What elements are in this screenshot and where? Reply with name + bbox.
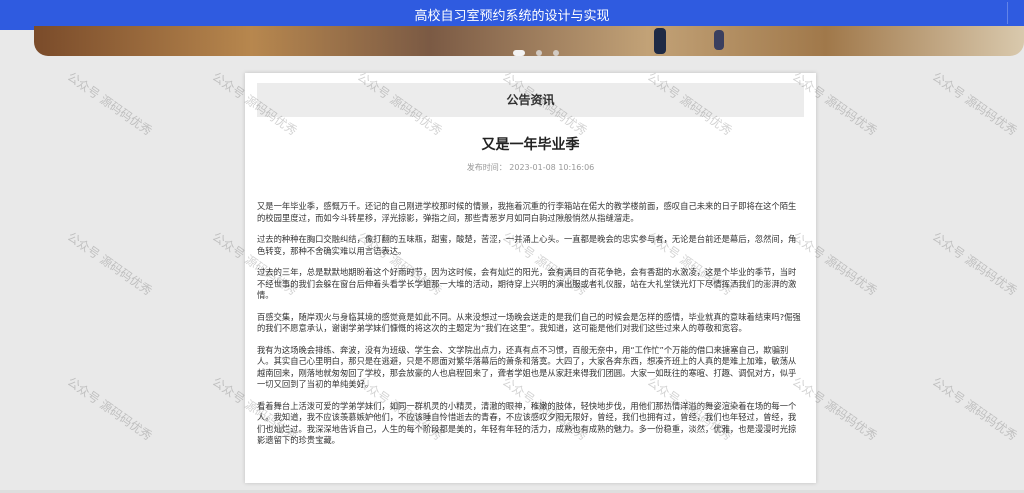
carousel-dots (513, 41, 565, 60)
article-title: 又是一年毕业季 (481, 137, 580, 153)
watermark: 公众号 源码码优秀 (64, 69, 155, 139)
publish-label: 发布时间： (466, 163, 507, 172)
watermark: 公众号 源码码优秀 (929, 374, 1020, 444)
article-content: 又是一年毕业季，感慨万千。还记的自己刚进学校那时候的情景，我拖着沉重的行李箱站在… (257, 201, 804, 457)
publish-time: 2023-01-08 10:16:06 (509, 163, 595, 172)
carousel-dot-3[interactable] (553, 50, 560, 56)
banner-figure (714, 30, 724, 50)
announcement-card: 公告资讯 又是一年毕业季 发布时间： 2023-01-08 10:16:06 又… (245, 73, 816, 483)
watermark: 公众号 源码码优秀 (929, 69, 1020, 139)
top-right-button[interactable] (1007, 2, 1024, 24)
site-title: 高校自习室预约系统的设计与实现 (414, 9, 610, 24)
banner-figure (654, 28, 666, 54)
paragraph: 又是一年毕业季，感慨万千。还记的自己刚进学校那时候的情景，我拖着沉重的行李箱站在… (257, 201, 797, 223)
watermark: 公众号 源码码优秀 (929, 229, 1020, 299)
publish-info: 发布时间： 2023-01-08 10:16:06 (245, 162, 816, 173)
carousel-dot-1[interactable] (513, 50, 525, 56)
watermark: 公众号 源码码优秀 (64, 229, 155, 299)
paragraph: 我有为这场晚会排练、奔波，没有为班级、学生会、文学院出点力，还真有点不习惯，百般… (257, 344, 797, 390)
watermark: 公众号 源码码优秀 (64, 374, 155, 444)
paragraph: 百感交集，随岸观火与身临其境的感觉竟是如此不同。从来没想过一场晚会送走的是我们自… (257, 311, 801, 334)
carousel-dot-2[interactable] (536, 50, 543, 56)
